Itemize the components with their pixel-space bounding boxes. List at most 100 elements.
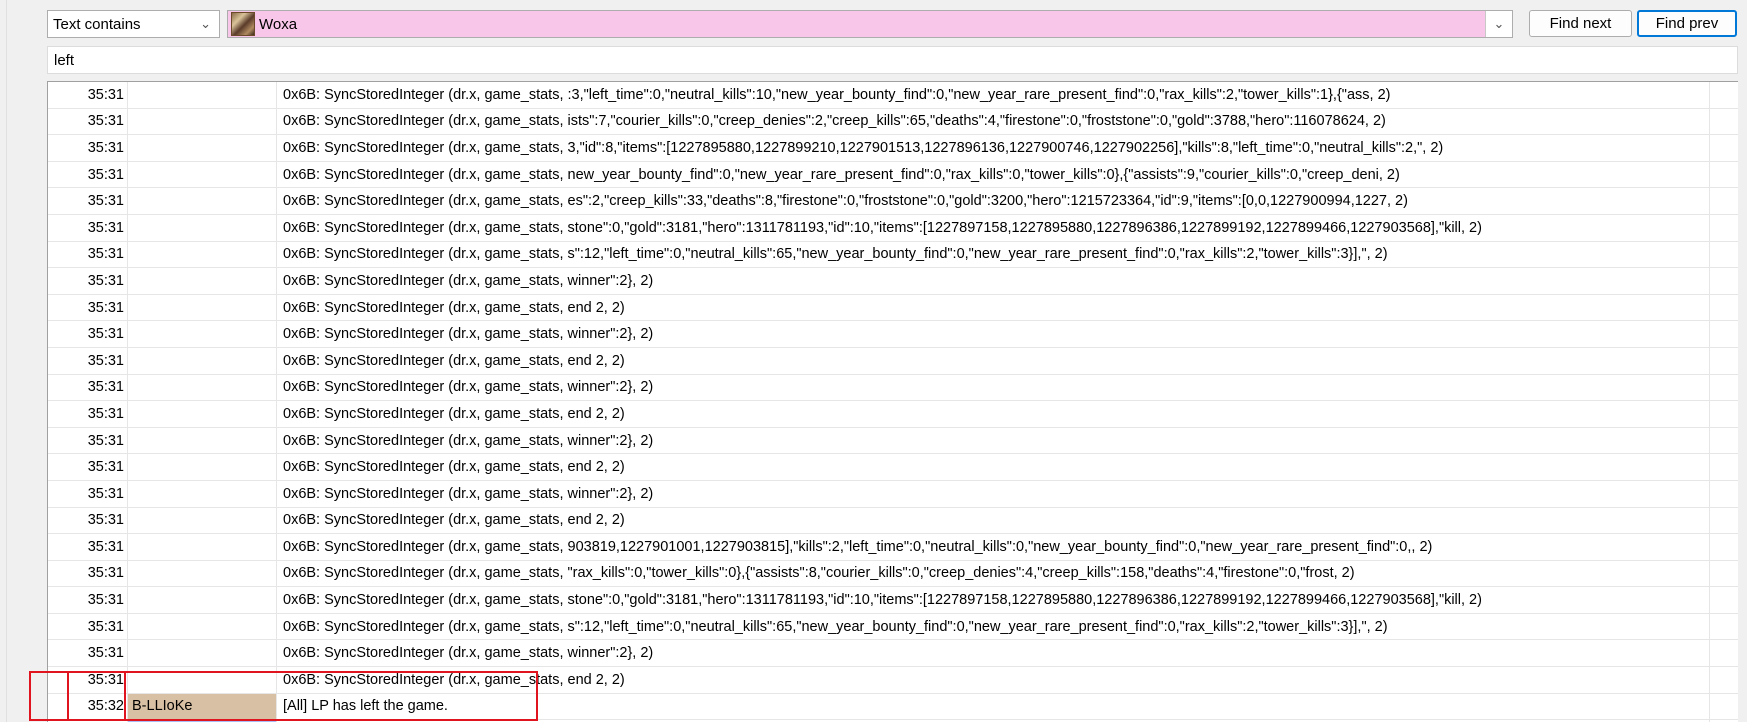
message-cell: 0x6B: SyncStoredInteger (dr.x, game_stat…: [277, 507, 1710, 534]
row-tail: [1710, 587, 1738, 613]
chevron-down-icon: ⌄: [200, 16, 211, 31]
row-tail: [1710, 295, 1738, 321]
filter-mode-value: Text contains: [53, 15, 141, 33]
table-row[interactable]: 35:31 0x6B: SyncStoredInteger (dr.x, game…: [48, 534, 1738, 561]
time-cell: 35:31: [48, 587, 128, 613]
row-tail: [1710, 82, 1738, 108]
table-row[interactable]: 35:31 0x6B: SyncStoredInteger (dr.x, game…: [48, 560, 1738, 588]
player-cell: [128, 454, 277, 480]
time-cell: 35:31: [48, 613, 128, 640]
row-tail: [1710, 561, 1738, 587]
message-cell: 0x6B: SyncStoredInteger (dr.x, game_stat…: [277, 401, 1710, 427]
table-row[interactable]: 35:31 0x6B: SyncStoredInteger (dr.x, game…: [48, 374, 1738, 402]
player-cell: [128, 188, 277, 214]
time-cell: 35:31: [48, 374, 128, 401]
message-cell: 0x6B: SyncStoredInteger (dr.x, game_stat…: [277, 480, 1710, 507]
message-cell: 0x6B: SyncStoredInteger (dr.x, game_stat…: [277, 294, 1710, 321]
time-cell: 35:31: [48, 507, 128, 534]
table-row[interactable]: 35:31 0x6B: SyncStoredInteger (dr.x, game…: [48, 507, 1738, 535]
player-cell: [128, 161, 277, 188]
time-cell: 35:31: [48, 321, 128, 347]
find-next-button[interactable]: Find next: [1529, 10, 1632, 37]
player-cell: [128, 214, 277, 241]
table-row[interactable]: 35:32 B-LLIoKe [All] LP has left the game.: [48, 693, 1738, 721]
table-row[interactable]: 35:31 0x6B: SyncStoredInteger (dr.x, game…: [48, 214, 1738, 242]
find-prev-button[interactable]: Find prev: [1637, 10, 1737, 37]
time-cell: 35:31: [48, 640, 128, 667]
table-row[interactable]: 35:31 0x6B: SyncStoredInteger (dr.x, game…: [48, 587, 1738, 614]
table-row[interactable]: 35:31 0x6B: SyncStoredInteger (dr.x, game…: [48, 480, 1738, 508]
table-row[interactable]: 35:31 0x6B: SyncStoredInteger (dr.x, game…: [48, 294, 1738, 322]
table-row[interactable]: 35:31 0x6B: SyncStoredInteger (dr.x, game…: [48, 241, 1738, 269]
chevron-down-icon[interactable]: ⌄: [1485, 11, 1512, 37]
chat-log-grid: 35:31 0x6B: SyncStoredInteger (dr.x, game…: [47, 81, 1738, 722]
hero-portrait-icon: [231, 12, 255, 36]
table-row[interactable]: 35:31 0x6B: SyncStoredInteger (dr.x, game…: [48, 188, 1738, 215]
message-cell: 0x6B: SyncStoredInteger (dr.x, game_stat…: [277, 427, 1710, 454]
filter-mode-select[interactable]: Text contains ⌄: [47, 10, 220, 38]
player-name: Woxa: [259, 15, 298, 33]
row-tail: [1710, 454, 1738, 480]
table-row[interactable]: 35:31 0x6B: SyncStoredInteger (dr.x, game…: [48, 268, 1738, 295]
row-tail: [1710, 215, 1738, 241]
time-cell: 35:31: [48, 82, 128, 108]
row-tail: [1710, 321, 1738, 347]
player-cell: [128, 507, 277, 534]
message-cell: 0x6B: SyncStoredInteger (dr.x, game_stat…: [277, 347, 1710, 374]
table-row[interactable]: 35:31 0x6B: SyncStoredInteger (dr.x, game…: [48, 454, 1738, 481]
player-cell: [128, 108, 277, 135]
time-cell: 35:31: [48, 214, 128, 241]
message-cell: 0x6B: SyncStoredInteger (dr.x, game_stat…: [277, 613, 1710, 640]
table-row[interactable]: 35:31 0x6B: SyncStoredInteger (dr.x, game…: [48, 82, 1738, 109]
row-tail: [1710, 640, 1738, 666]
player-cell: [128, 427, 277, 454]
table-row[interactable]: 35:31 0x6B: SyncStoredInteger (dr.x, game…: [48, 321, 1738, 348]
player-combo[interactable]: Woxa ⌄: [227, 10, 1513, 38]
time-cell: 35:32: [48, 693, 128, 720]
table-row[interactable]: 35:31 0x6B: SyncStoredInteger (dr.x, game…: [48, 613, 1738, 641]
time-cell: 35:31: [48, 241, 128, 268]
table-row[interactable]: 35:31 0x6B: SyncStoredInteger (dr.x, game…: [48, 401, 1738, 428]
player-cell: [128, 82, 277, 108]
row-tail: [1710, 401, 1738, 427]
row-tail: [1710, 242, 1738, 268]
message-cell: 0x6B: SyncStoredInteger (dr.x, game_stat…: [277, 560, 1710, 587]
player-cell: [128, 401, 277, 427]
table-row[interactable]: 35:31 0x6B: SyncStoredInteger (dr.x, game…: [48, 640, 1738, 668]
row-tail: [1710, 428, 1738, 454]
row-tail: [1710, 614, 1738, 640]
row-tail: [1710, 162, 1738, 188]
table-row[interactable]: 35:31 0x6B: SyncStoredInteger (dr.x, game…: [48, 347, 1738, 375]
table-row[interactable]: 35:31 0x6B: SyncStoredInteger (dr.x, game…: [48, 667, 1738, 694]
row-tail: [1710, 188, 1738, 214]
player-cell: [128, 294, 277, 321]
message-cell: 0x6B: SyncStoredInteger (dr.x, game_stat…: [277, 241, 1710, 268]
player-cell: [128, 480, 277, 507]
player-cell: [128, 534, 277, 560]
message-cell: 0x6B: SyncStoredInteger (dr.x, game_stat…: [277, 667, 1710, 693]
message-cell: 0x6B: SyncStoredInteger (dr.x, game_stat…: [277, 82, 1710, 108]
row-tail: [1710, 694, 1738, 720]
time-cell: 35:31: [48, 401, 128, 427]
time-cell: 35:31: [48, 667, 128, 693]
table-row[interactable]: 35:31 0x6B: SyncStoredInteger (dr.x, game…: [48, 135, 1738, 162]
player-cell: [128, 667, 277, 693]
search-input[interactable]: left: [47, 46, 1738, 74]
time-cell: 35:31: [48, 560, 128, 587]
row-tail: [1710, 508, 1738, 534]
message-cell: 0x6B: SyncStoredInteger (dr.x, game_stat…: [277, 374, 1710, 401]
table-row[interactable]: 35:31 0x6B: SyncStoredInteger (dr.x, game…: [48, 161, 1738, 189]
player-cell: [128, 321, 277, 347]
row-tail: [1710, 268, 1738, 294]
window-edge: [0, 0, 7, 722]
time-cell: 35:31: [48, 347, 128, 374]
time-cell: 35:31: [48, 108, 128, 135]
player-cell: [128, 347, 277, 374]
message-cell: 0x6B: SyncStoredInteger (dr.x, game_stat…: [277, 214, 1710, 241]
time-cell: 35:31: [48, 161, 128, 188]
player-cell: [128, 135, 277, 161]
row-tail: [1710, 481, 1738, 507]
time-cell: 35:31: [48, 268, 128, 294]
table-row[interactable]: 35:31 0x6B: SyncStoredInteger (dr.x, game…: [48, 108, 1738, 136]
table-row[interactable]: 35:31 0x6B: SyncStoredInteger (dr.x, game…: [48, 427, 1738, 455]
